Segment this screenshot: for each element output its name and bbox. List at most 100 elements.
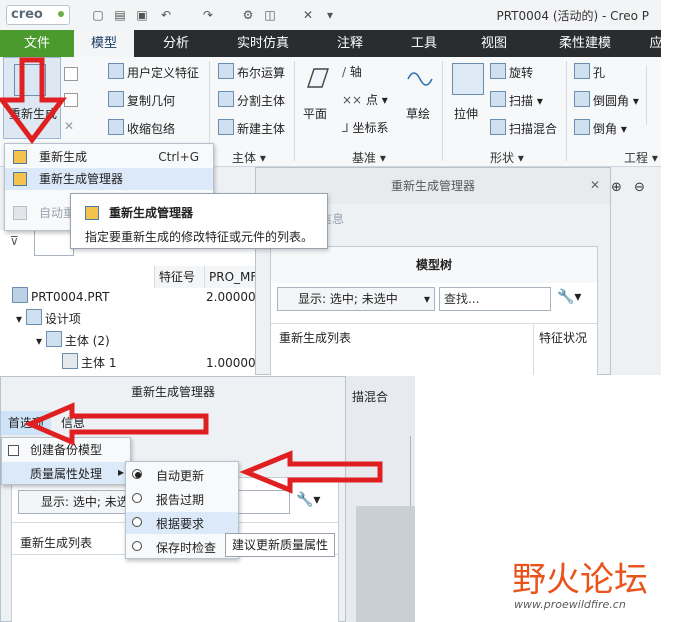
sweep-button[interactable]: 扫描 ▾ — [490, 91, 543, 109]
group-engineering-label[interactable]: 工程 ▾ — [624, 149, 658, 166]
tree-search-input[interactable] — [34, 230, 74, 256]
paste-icon[interactable] — [64, 93, 78, 107]
collapse-icon[interactable]: ▾ — [36, 334, 46, 348]
tab-application[interactable]: 应 — [644, 30, 661, 57]
regenerate-icon — [13, 150, 27, 164]
option-auto-update[interactable]: 自动更新 — [126, 464, 238, 486]
group-divider — [566, 61, 567, 161]
filter-icon[interactable]: ⊽ — [10, 234, 19, 248]
group-divider — [442, 61, 443, 161]
option-report-outdated[interactable]: 报告过期 — [126, 488, 238, 510]
chamfer-button[interactable]: 倒角 ▾ — [574, 119, 627, 137]
sweep-label: 扫描 — [509, 94, 534, 108]
collapse-icon[interactable]: ▾ — [16, 312, 26, 326]
shrinkwrap-icon — [108, 119, 124, 135]
display-filter-dropdown[interactable]: 显示: 选中; 未选中 ▾ — [277, 287, 435, 311]
extrude-button[interactable]: 拉伸 — [454, 105, 478, 122]
find-input[interactable] — [234, 490, 290, 514]
tab-model[interactable]: 模型 — [74, 30, 134, 57]
title-bar: creo ▢ ▤ ▣ ↶ ↷ ⚙ ◫ ✕ ▾ PRT0004 (活动的) - C… — [0, 0, 661, 30]
tree-row[interactable]: 主体 1 1.000000 — [62, 352, 263, 374]
copy-icon[interactable] — [64, 67, 78, 81]
menu-item-regen-manager[interactable]: 重新生成管理器 — [5, 168, 213, 190]
top-screenshot: creo ▢ ▤ ▣ ↶ ↷ ⚙ ◫ ✕ ▾ PRT0004 (活动的) - C… — [0, 0, 661, 375]
group-shape-label[interactable]: 形状 ▾ — [490, 149, 524, 166]
coordinate-system-button[interactable]: ⅃ 坐标系 — [342, 119, 389, 136]
radio-icon — [132, 541, 142, 551]
user-defined-feature-button[interactable]: 用户定义特征 — [108, 63, 199, 81]
group-body-label[interactable]: 主体 ▾ — [232, 149, 266, 166]
group-shape-text: 形状 — [490, 151, 515, 165]
regen-list-header[interactable]: 重新生成列表 — [279, 329, 351, 346]
option-on-request[interactable]: 根据要求 — [126, 512, 238, 534]
mass-properties-label: 质量属性处理 — [30, 467, 103, 481]
sketch-button[interactable]: 草绘 — [406, 105, 430, 122]
model-tree-panel: 模型树 显示: 选中; 未选中 ▾ 查找... 🔧▾ 重新生成列表 特征状况 — [270, 246, 598, 375]
menu-item-regenerate[interactable]: 重新生成 Ctrl+G — [5, 146, 213, 168]
tab-file[interactable]: 文件 — [0, 30, 74, 57]
hole-button[interactable]: 孔 — [574, 63, 605, 81]
regenerate-button[interactable]: 重新生成 — [3, 57, 61, 139]
tab-live-simulation[interactable]: 实时仿真 — [224, 30, 302, 57]
new-body-button[interactable]: 新建主体 — [218, 119, 285, 137]
axis-button[interactable]: / 轴 — [342, 63, 362, 80]
swept-blend-button[interactable]: 扫描混合 — [490, 119, 557, 137]
graphics-area — [356, 506, 415, 622]
tab-preferences[interactable]: 首选项 — [1, 411, 51, 435]
close-icon[interactable]: ✕ — [590, 178, 600, 192]
tab-info[interactable]: 信息 — [61, 411, 85, 435]
copy-geometry-button[interactable]: 复制几何 — [108, 91, 175, 109]
open-folder-icon[interactable]: ▤ — [112, 7, 128, 23]
mass-properties-item[interactable]: 质量属性处理 ▸ — [2, 462, 130, 484]
feature-number-header[interactable]: 特征号 — [154, 266, 204, 288]
tree-row[interactable]: ▾ 主体 (2) — [36, 330, 262, 352]
tools-icon[interactable]: 🔧▾ — [557, 289, 581, 305]
redo-icon[interactable]: ↷ — [200, 7, 216, 23]
watermark: 野火论坛 www.proewildfire.cn — [512, 548, 692, 620]
shrinkwrap-label: 收缩包络 — [127, 122, 176, 136]
tree-row-label: PRT0004.PRT — [31, 290, 110, 304]
tree-row-label: 主体 1 — [81, 356, 117, 370]
axis-icon: / — [342, 65, 350, 79]
option-check-on-save[interactable]: 保存时检查 — [126, 536, 238, 558]
shrinkwrap-button[interactable]: 收缩包络 — [108, 119, 175, 137]
new-file-icon[interactable]: ▢ — [90, 7, 106, 23]
backup-label[interactable]: 创建备份模型 — [30, 441, 102, 458]
find-input[interactable]: 查找... — [439, 287, 551, 311]
round-button[interactable]: 倒圆角 ▾ — [574, 91, 639, 109]
tab-flexible-modeling[interactable]: 柔性建模 — [544, 30, 626, 57]
boolean-button[interactable]: 布尔运算 — [218, 63, 285, 81]
tab-view[interactable]: 视图 — [466, 30, 522, 57]
close-window-icon[interactable]: ✕ — [300, 7, 316, 23]
save-icon[interactable]: ▣ — [134, 7, 150, 23]
tree-row[interactable]: ▾ 设计项 — [16, 308, 262, 330]
tab-annotate[interactable]: 注释 — [322, 30, 378, 57]
feature-status-header[interactable]: 特征状况 — [539, 329, 587, 346]
boolean-label: 布尔运算 — [237, 66, 286, 80]
split-body-button[interactable]: 分割主体 — [218, 91, 285, 109]
zoom-out-icon[interactable]: ⊖ — [634, 180, 645, 195]
tree-row[interactable]: PRT0004.PRT 2.000000 — [12, 286, 263, 308]
preferences-menu: 创建备份模型 质量属性处理 ▸ — [1, 437, 131, 485]
regen-list-header[interactable]: 重新生成列表 — [20, 534, 92, 551]
new-body-label: 新建主体 — [237, 122, 286, 136]
zoom-in-icon[interactable]: ⊕ — [611, 180, 622, 195]
tab-analysis[interactable]: 分析 — [148, 30, 204, 57]
backup-checkbox[interactable] — [8, 445, 19, 456]
part-icon — [12, 287, 28, 303]
pro-mp-header[interactable]: PRO_MF — [204, 266, 262, 288]
plane-button[interactable]: 平面 — [303, 105, 327, 122]
point-button[interactable]: ×× 点 ▾ — [342, 91, 388, 108]
regenerate-quick-icon[interactable]: ⚙ — [240, 7, 256, 23]
regen-manager-icon — [85, 206, 99, 220]
group-datum-label[interactable]: 基准 ▾ — [352, 149, 386, 166]
tools-icon[interactable]: 🔧▾ — [296, 492, 320, 508]
tab-tools[interactable]: 工具 — [396, 30, 452, 57]
undo-icon[interactable]: ↶ — [158, 7, 174, 23]
revolve-button[interactable]: 旋转 — [490, 63, 533, 81]
bg-swept-blend-label: 描混合 — [352, 390, 389, 404]
delete-icon[interactable]: ✕ — [64, 119, 74, 133]
windows-icon[interactable]: ◫ — [262, 7, 278, 23]
tree-row-label: 主体 (2) — [64, 334, 110, 348]
customize-icon[interactable]: ▾ — [322, 7, 338, 23]
